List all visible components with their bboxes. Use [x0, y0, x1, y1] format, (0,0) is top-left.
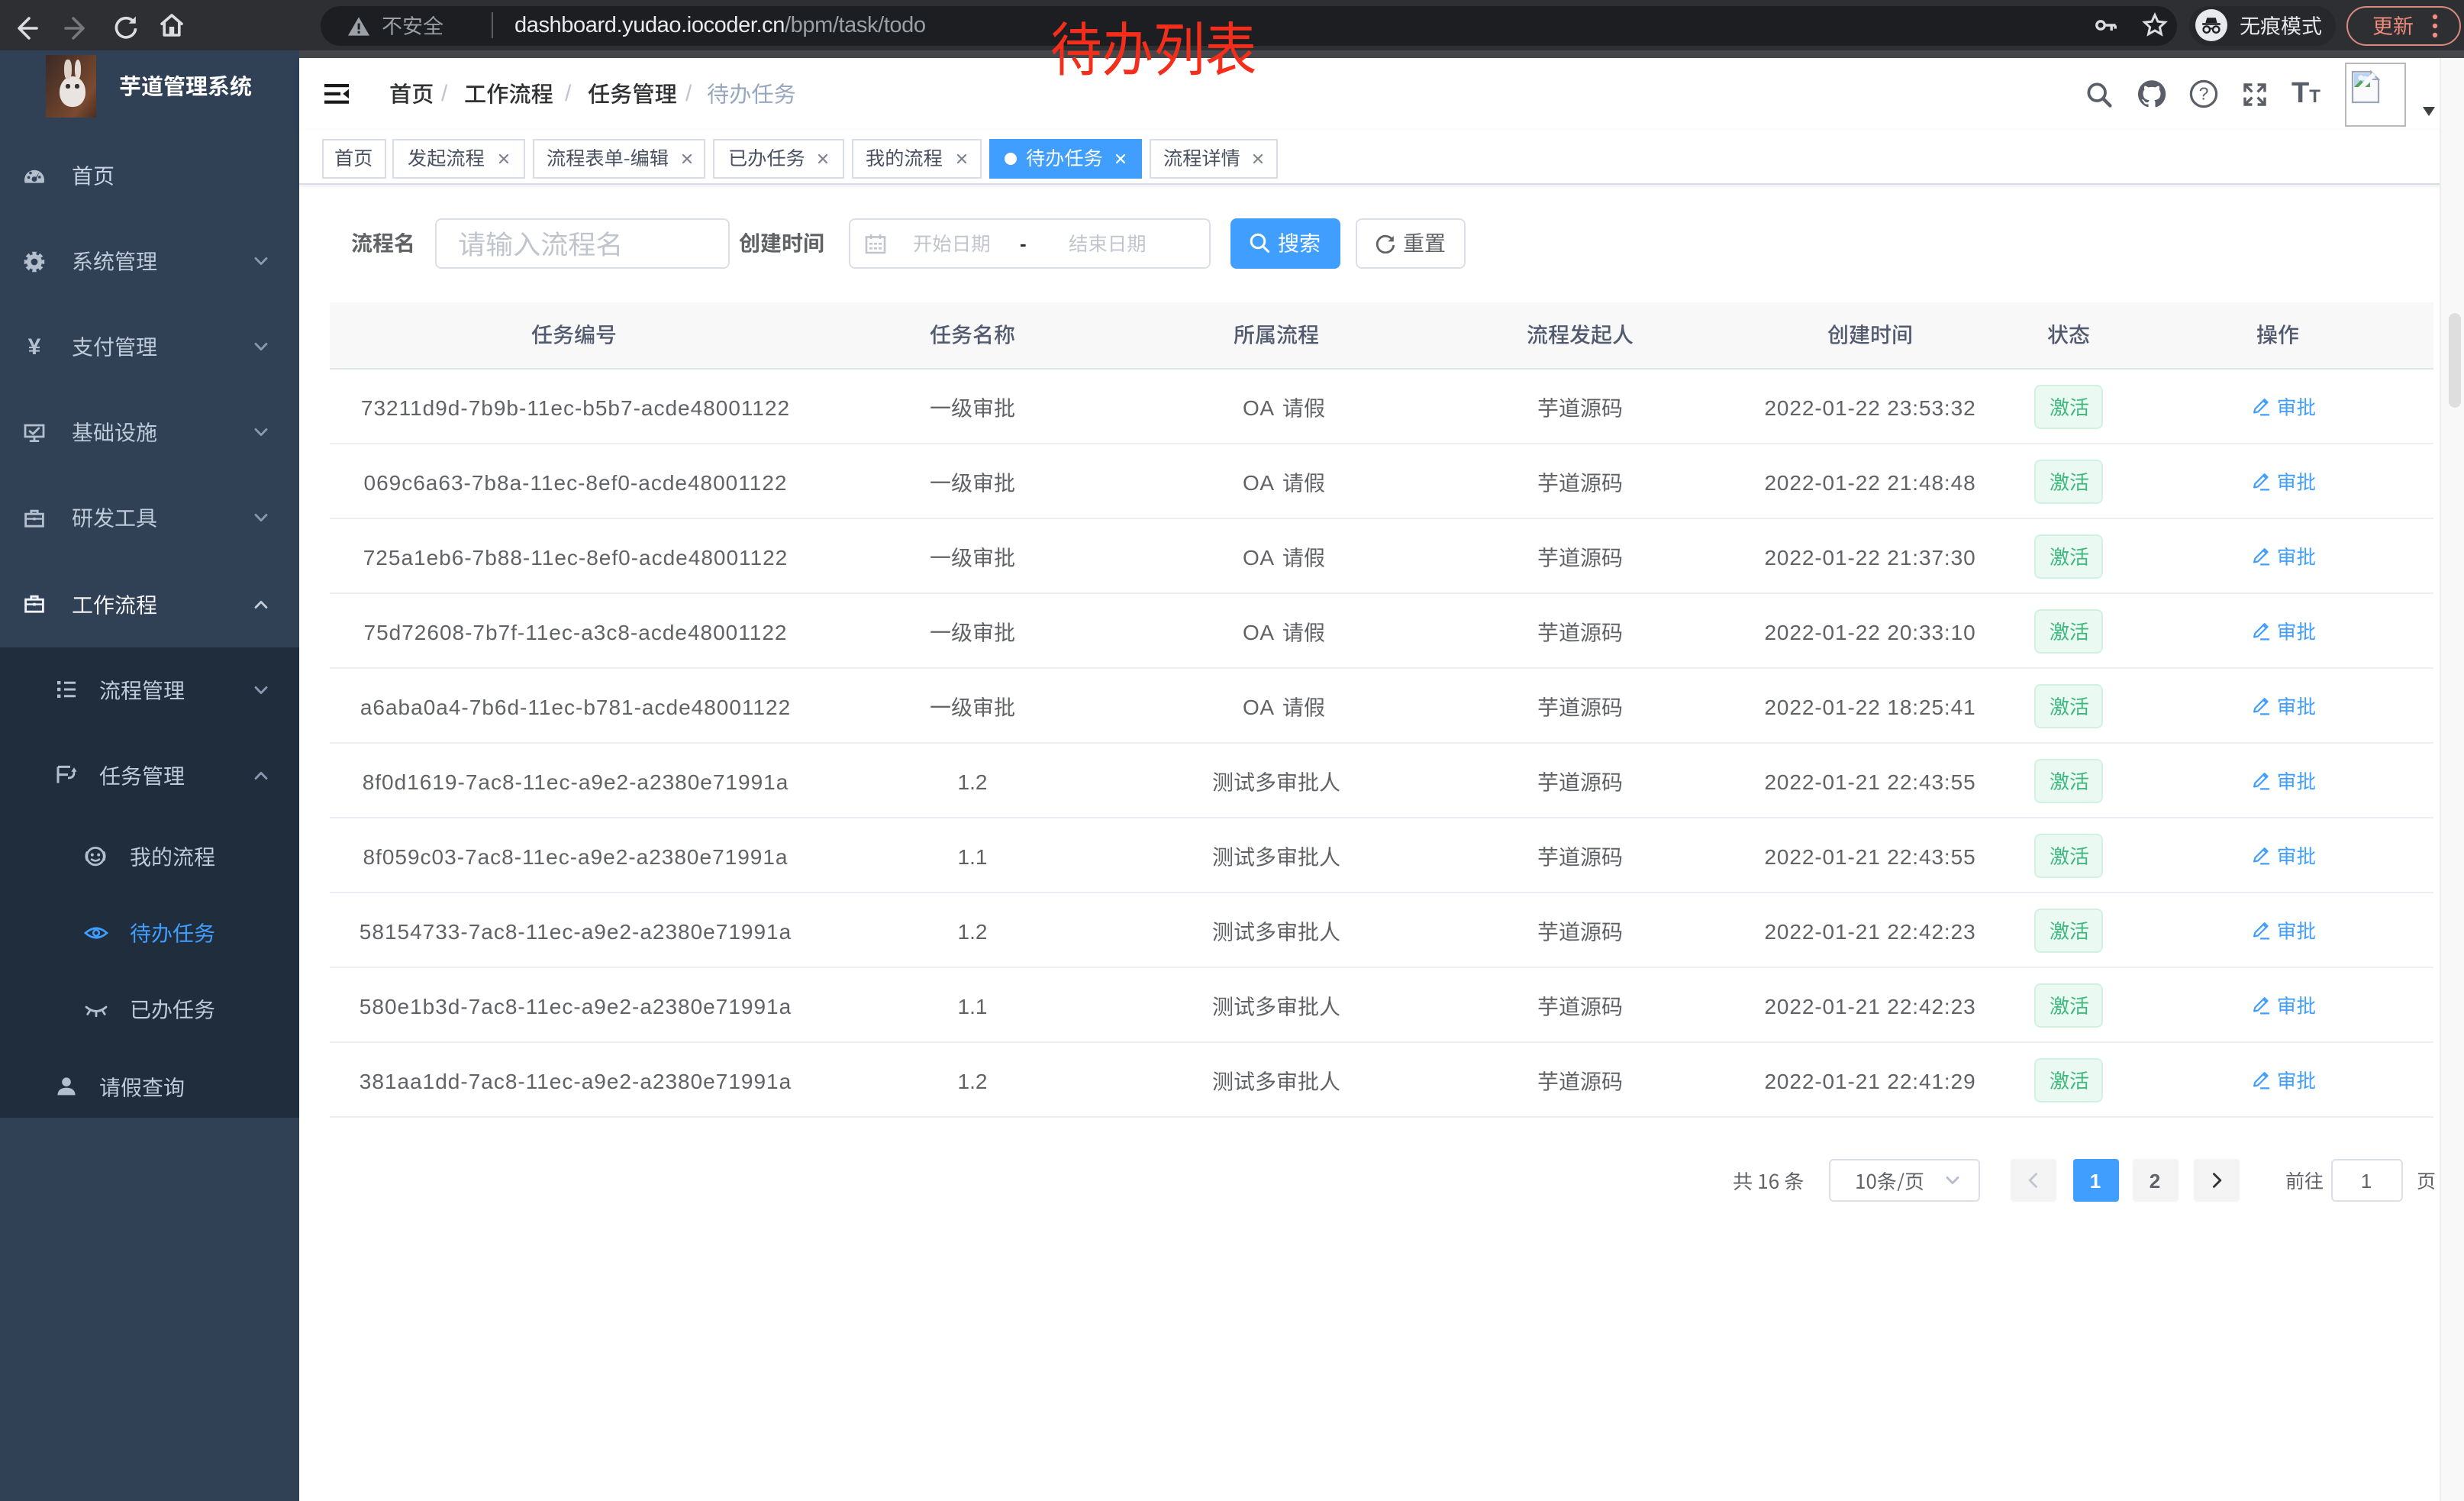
svg-text:?: ?: [2199, 84, 2209, 104]
